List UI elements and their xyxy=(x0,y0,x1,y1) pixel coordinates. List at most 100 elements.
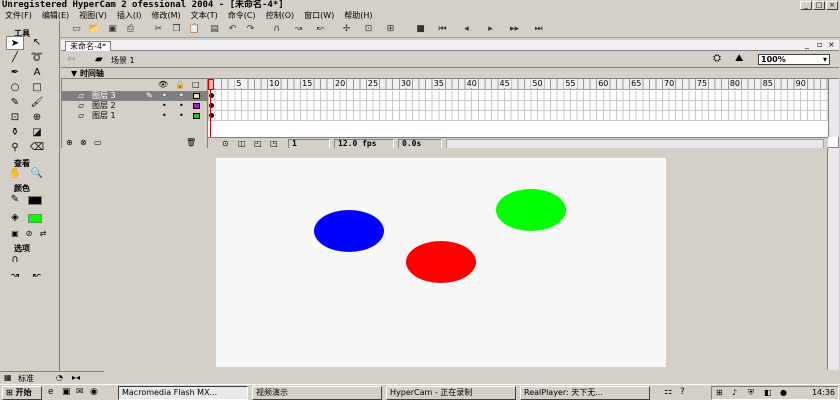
menu-text[interactable]: 文本(T) xyxy=(186,10,223,21)
task-realplayer[interactable]: RealPlayer: 天下无... xyxy=(520,386,650,400)
record-icon[interactable]: ● xyxy=(780,388,787,397)
lasso-tool-icon[interactable]: ➰ xyxy=(28,51,46,65)
green-ball[interactable] xyxy=(496,189,566,231)
swap-colors-icon[interactable]: ⇄ xyxy=(34,227,52,241)
doc-minimize-icon[interactable]: _ xyxy=(805,40,809,49)
outlook-icon[interactable]: ✉ xyxy=(76,387,84,397)
rectangle-tool-icon[interactable]: □ xyxy=(28,81,46,95)
save-icon[interactable]: ▣ xyxy=(106,23,119,36)
snap-magnet-icon[interactable]: ∩ xyxy=(6,253,24,267)
scale-icon[interactable]: ⊡ xyxy=(362,23,375,36)
paste-icon[interactable]: 📋 xyxy=(188,23,201,36)
layer-lock-dot[interactable]: • xyxy=(179,91,184,101)
playhead[interactable] xyxy=(208,79,214,137)
layer-row[interactable]: ▱ 图层 1 • • xyxy=(62,111,208,121)
layer-color-swatch[interactable] xyxy=(193,113,200,119)
ink-bottle-tool-icon[interactable]: ⚱ xyxy=(6,126,24,140)
minimize-button[interactable]: _ xyxy=(800,1,812,10)
step-back-icon[interactable]: ◂ xyxy=(460,23,473,36)
align-icon[interactable]: ⊞ xyxy=(384,23,397,36)
frame-grid[interactable] xyxy=(208,91,828,121)
ie-icon[interactable]: e xyxy=(48,387,54,397)
stroke-color-swatch[interactable] xyxy=(28,196,42,205)
menu-modify[interactable]: 修改(M) xyxy=(146,10,185,21)
outline-icon[interactable]: □ xyxy=(192,80,200,89)
menu-window[interactable]: 窗口(W) xyxy=(299,10,339,21)
stage-vertical-scrollbar[interactable] xyxy=(827,148,839,370)
add-folder-icon[interactable]: ▭ xyxy=(94,138,102,147)
task-hypercam[interactable]: HyperCam - 正在录制 xyxy=(386,386,516,400)
arrow-tool-icon[interactable]: ➤ xyxy=(6,36,24,50)
fast-forward-icon[interactable]: ⏭ xyxy=(532,23,545,36)
lock-icon[interactable]: 🔒 xyxy=(175,80,185,89)
rewind-icon[interactable]: ⏮ xyxy=(436,23,449,36)
task-flash[interactable]: Macromedia Flash MX... xyxy=(118,386,248,400)
layer-row[interactable]: ▱ 图层 3 ✎ • • xyxy=(62,91,208,101)
layer-visible-dot[interactable]: • xyxy=(162,91,167,101)
straighten-option-icon[interactable]: ↜ xyxy=(28,269,46,283)
copy-icon[interactable]: ❐ xyxy=(170,23,183,36)
menu-edit[interactable]: 编辑(E) xyxy=(37,10,74,21)
stage[interactable] xyxy=(216,158,666,367)
menu-file[interactable]: 文件(F) xyxy=(0,10,37,21)
props-label[interactable]: 标准 xyxy=(18,373,34,384)
layer-row[interactable]: ▱ 图层 2 • • xyxy=(62,101,208,111)
playhead-marker[interactable] xyxy=(208,79,214,90)
layer-lock-dot[interactable]: • xyxy=(179,111,184,121)
layer-color-swatch[interactable] xyxy=(193,103,200,109)
free-transform-tool-icon[interactable]: ⊡ xyxy=(6,111,24,125)
eye-icon[interactable]: 👁 xyxy=(158,80,168,89)
network-icon[interactable]: ⊞ xyxy=(716,388,723,397)
eraser-tool-icon[interactable]: ⌫ xyxy=(28,141,46,155)
help-icon[interactable]: ? xyxy=(680,387,685,397)
show-desktop-icon[interactable]: ⚏ xyxy=(664,387,672,397)
oval-tool-icon[interactable]: ○ xyxy=(6,81,24,95)
step-forward-icon[interactable]: ▸▸ xyxy=(508,23,521,36)
volume-icon[interactable]: ♪ xyxy=(732,388,737,397)
pencil-tool-icon[interactable]: ✎ xyxy=(6,96,24,110)
start-button[interactable]: ⊞ 开始 xyxy=(2,386,42,400)
magnet-icon[interactable]: ∩ xyxy=(270,23,283,36)
close-button[interactable]: × xyxy=(826,1,838,10)
security-icon[interactable]: ⛨ xyxy=(748,388,754,398)
play-icon[interactable]: ▸ xyxy=(484,23,497,36)
rotate-icon[interactable]: ✢ xyxy=(340,23,353,36)
add-layer-icon[interactable]: ⊕ xyxy=(66,138,73,147)
print-icon[interactable]: ⎙ xyxy=(124,23,137,36)
desktop-icon[interactable]: ▣ xyxy=(62,387,71,397)
fill-transform-tool-icon[interactable]: ⊕ xyxy=(28,111,46,125)
straighten-icon[interactable]: ↜ xyxy=(314,23,327,36)
layer-lock-dot[interactable]: • xyxy=(179,101,184,111)
layer-color-swatch[interactable] xyxy=(193,93,200,99)
eyedropper-tool-icon[interactable]: ⚲ xyxy=(6,141,24,155)
stroke-color-icon[interactable]: ✎ xyxy=(6,193,24,207)
pen-tool-icon[interactable]: ✒ xyxy=(6,66,24,80)
paint-bucket-tool-icon[interactable]: ◪ xyxy=(28,126,46,140)
task-video-demo[interactable]: 视频演示 xyxy=(252,386,382,400)
layer-visible-dot[interactable]: • xyxy=(162,111,167,121)
doc-close-icon[interactable]: × xyxy=(828,40,835,49)
undo-icon[interactable]: ↶ xyxy=(226,23,239,36)
menu-view[interactable]: 视图(V) xyxy=(74,10,112,21)
ime-icon[interactable]: ◧ xyxy=(764,388,772,397)
edit-symbol-icon[interactable]: ⛰ xyxy=(735,53,743,64)
edit-scene-icon[interactable]: ⛭ xyxy=(713,53,721,64)
fill-color-icon[interactable]: ◈ xyxy=(6,211,24,225)
zoom-select[interactable]: 100% ▾ xyxy=(758,54,830,65)
new-file-icon[interactable]: ▭ xyxy=(70,23,83,36)
onion-skin-icon[interactable]: ◫ xyxy=(238,139,246,148)
document-tab[interactable]: 未命名-4* xyxy=(65,41,111,51)
back-arrow-icon[interactable]: ⇦ xyxy=(67,54,75,65)
props-option-icon[interactable]: ◔ xyxy=(56,373,63,382)
smooth-option-icon[interactable]: ↝ xyxy=(6,269,24,283)
menu-help[interactable]: 帮助(H) xyxy=(339,10,377,21)
open-file-icon[interactable]: 📂 xyxy=(88,23,101,36)
delete-layer-icon[interactable]: 🗑 xyxy=(186,138,196,147)
subselect-tool-icon[interactable]: ↖ xyxy=(28,36,46,50)
onion-outline-icon[interactable]: ◰ xyxy=(254,139,262,148)
red-ball[interactable] xyxy=(406,241,476,283)
doc-restore-icon[interactable]: ▫ xyxy=(817,40,822,49)
timeline-vertical-scrollbar[interactable] xyxy=(828,79,839,137)
stop-icon[interactable]: ■ xyxy=(414,23,427,36)
layer-visible-dot[interactable]: • xyxy=(162,101,167,111)
